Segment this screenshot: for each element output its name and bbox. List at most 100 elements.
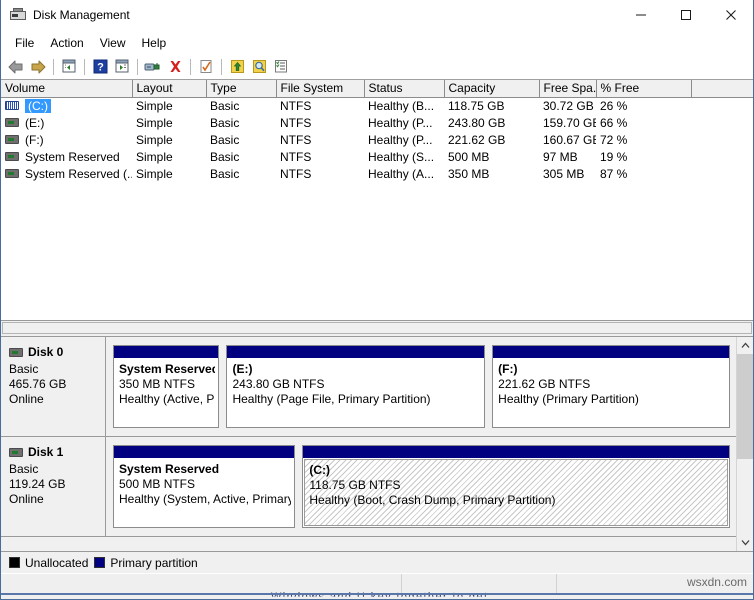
minimize-button[interactable] [618, 0, 663, 31]
partition-block[interactable]: System Reserved350 MB NTFSHealthy (Activ… [113, 345, 219, 428]
refresh-icon[interactable] [195, 56, 217, 78]
layout-cell: Simple [132, 165, 206, 182]
column-header-volume[interactable]: Volume [1, 80, 132, 97]
close-button[interactable] [708, 0, 753, 31]
partition-status: Healthy (Active, Pri [119, 392, 215, 407]
partition-title: System Reserved [119, 462, 291, 477]
horizontal-scrollbar-track[interactable] [2, 322, 752, 334]
show-hide-console-tree-icon[interactable] [111, 56, 133, 78]
column-header-capacity[interactable]: Capacity [444, 80, 539, 97]
properties-icon[interactable] [142, 56, 164, 78]
drive-icon [5, 169, 19, 178]
table-row[interactable]: (E:)SimpleBasicNTFSHealthy (P...243.80 G… [1, 114, 753, 131]
column-header-percent-free[interactable]: % Free [596, 80, 691, 97]
disk-icon [9, 448, 23, 457]
partition-status: Healthy (System, Active, Primary I [119, 492, 291, 507]
disk-info-panel[interactable]: Disk 0Basic465.76 GBOnline [1, 337, 106, 436]
percent-free-cell: 72 % [596, 131, 691, 148]
table-row[interactable]: (C:)SimpleBasicNTFSHealthy (B...118.75 G… [1, 97, 753, 114]
disk-row: Disk 1Basic119.24 GBOnlineSystem Reserve… [1, 437, 736, 537]
column-header-free-space[interactable]: Free Spa... [539, 80, 596, 97]
column-header-type[interactable]: Type [206, 80, 276, 97]
bottom-rule [1, 593, 753, 595]
partition-status: Healthy (Primary Partition) [498, 392, 726, 407]
disk-row: Disk 0Basic465.76 GBOnlineSystem Reserve… [1, 337, 736, 437]
drive-icon-selected [5, 101, 19, 110]
partition-size: 221.62 GB NTFS [498, 377, 726, 392]
volume-cell[interactable]: System Reserved [1, 148, 132, 165]
disk-management-icon [10, 7, 26, 23]
status-cell: Healthy (P... [364, 131, 444, 148]
type-cell: Basic [206, 114, 276, 131]
disk-management-window: Disk Management File Action View Help [0, 0, 754, 600]
column-header-file-system[interactable]: File System [276, 80, 364, 97]
capacity-cell: 350 MB [444, 165, 539, 182]
horizontal-scrollbar[interactable] [1, 321, 753, 337]
partition-type-bar [114, 346, 218, 358]
table-row[interactable]: (F:)SimpleBasicNTFSHealthy (P...221.62 G… [1, 131, 753, 148]
vertical-scrollbar[interactable] [736, 337, 753, 551]
all-tasks-icon[interactable] [270, 56, 292, 78]
legend-bar: Unallocated Primary partition [1, 551, 753, 573]
back-icon[interactable] [5, 56, 27, 78]
delete-icon[interactable] [164, 56, 186, 78]
capacity-cell: 221.62 GB [444, 131, 539, 148]
menu-view[interactable]: View [92, 33, 134, 53]
help-icon[interactable]: ? [89, 56, 111, 78]
status-cell: Healthy (S... [364, 148, 444, 165]
partition-status: Healthy (Boot, Crash Dump, Primary Parti… [309, 493, 725, 508]
column-header-extra[interactable] [691, 80, 753, 97]
watermark: wsxdn.com [687, 575, 747, 589]
legend-primary-partition-label: Primary partition [110, 556, 197, 570]
scroll-up-icon[interactable] [737, 337, 753, 354]
volume-cell[interactable]: (F:) [1, 131, 132, 148]
volume-label: System Reserved (... [25, 167, 132, 181]
export-list-icon[interactable] [226, 56, 248, 78]
layout-cell: Simple [132, 131, 206, 148]
toolbar-separator [137, 59, 138, 75]
partition-size: 350 MB NTFS [119, 377, 215, 392]
drive-icon [5, 135, 19, 144]
volume-label: (F:) [25, 133, 44, 147]
volume-cell[interactable]: (C:) [1, 97, 132, 114]
capacity-cell: 243.80 GB [444, 114, 539, 131]
menu-help[interactable]: Help [134, 33, 175, 53]
partition-block[interactable]: (C:)118.75 GB NTFSHealthy (Boot, Crash D… [302, 445, 730, 528]
volume-label: (C:) [25, 99, 51, 113]
column-header-status[interactable]: Status [364, 80, 444, 97]
rescan-disks-icon[interactable] [248, 56, 270, 78]
disk-info-panel[interactable]: Disk 1Basic119.24 GBOnline [1, 437, 106, 536]
partition-block[interactable]: (E:)243.80 GB NTFSHealthy (Page File, Pr… [226, 345, 485, 428]
scroll-down-icon[interactable] [737, 534, 753, 551]
partition-type-bar [227, 346, 484, 358]
type-cell: Basic [206, 165, 276, 182]
table-row[interactable]: System ReservedSimpleBasicNTFSHealthy (S… [1, 148, 753, 165]
percent-free-cell: 19 % [596, 148, 691, 165]
menu-file[interactable]: File [7, 33, 42, 53]
disk-icon [9, 348, 23, 357]
forward-icon[interactable] [27, 56, 49, 78]
partition-title: (F:) [498, 362, 726, 377]
menu-action[interactable]: Action [42, 33, 91, 53]
free-space-cell: 305 MB [539, 165, 596, 182]
type-cell: Basic [206, 131, 276, 148]
disk-title: Disk 0 [9, 345, 105, 359]
volume-cell[interactable]: System Reserved (... [1, 165, 132, 182]
maximize-button[interactable] [663, 0, 708, 31]
percent-free-cell: 87 % [596, 165, 691, 182]
volume-cell[interactable]: (E:) [1, 114, 132, 131]
disk-status: Online [9, 392, 105, 407]
extra-cell [691, 165, 753, 182]
partition-block[interactable]: System Reserved500 MB NTFSHealthy (Syste… [113, 445, 295, 528]
partition-size: 118.75 GB NTFS [309, 478, 725, 493]
disk-type: Basic [9, 462, 105, 477]
vertical-scrollbar-thumb[interactable] [737, 354, 753, 459]
up-one-level-icon[interactable] [58, 56, 80, 78]
vertical-scrollbar-track[interactable] [737, 354, 753, 534]
partition-body: (E:)243.80 GB NTFSHealthy (Page File, Pr… [227, 358, 484, 427]
disk-name: Disk 1 [28, 445, 63, 459]
table-row[interactable]: System Reserved (...SimpleBasicNTFSHealt… [1, 165, 753, 182]
partition-block[interactable]: (F:)221.62 GB NTFSHealthy (Primary Parti… [492, 345, 730, 428]
extra-cell [691, 114, 753, 131]
column-header-layout[interactable]: Layout [132, 80, 206, 97]
